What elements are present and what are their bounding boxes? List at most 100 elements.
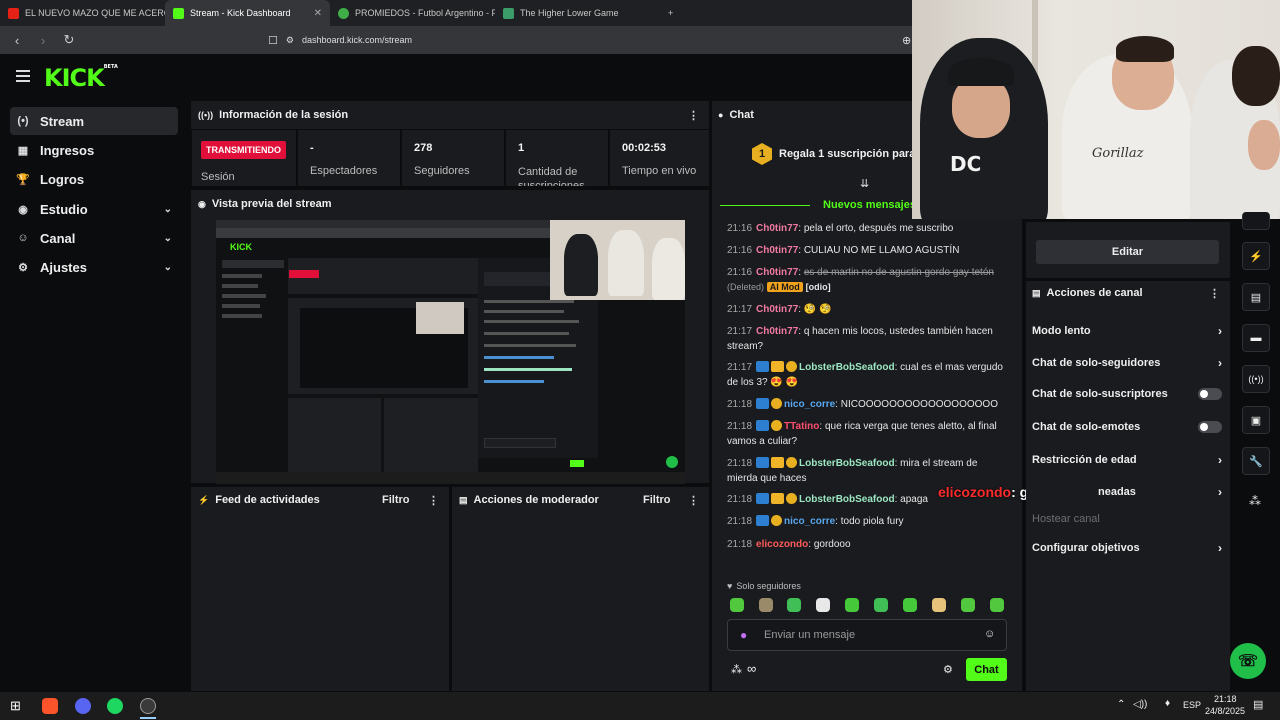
chat-message[interactable]: 21:16 Ch0tin77: CULIAU NO ME LLAMO AGUSTÍ… — [727, 243, 1007, 258]
browser-tab-2[interactable]: Stream - Kick Dashboard ✕ — [165, 0, 330, 26]
chat-message[interactable]: 21:18 elicozondo: gordooo — [727, 537, 1007, 552]
send-chat-button[interactable]: Chat — [966, 658, 1007, 681]
channel-action-row[interactable]: Modo lento › — [1032, 324, 1222, 338]
feed-menu-icon[interactable]: ⋮ — [428, 494, 439, 507]
windows-start-icon[interactable]: ⊞ — [10, 698, 21, 714]
reload-icon[interactable]: ↻ — [62, 32, 76, 48]
message-username[interactable]: nico_corre — [784, 399, 835, 410]
emote-icon[interactable] — [903, 598, 917, 612]
points-icon[interactable]: ⁂ — [731, 663, 742, 676]
chat-message[interactable]: 21:17 LobsterBobSeafood: cual es el mas v… — [727, 360, 1007, 390]
message-username[interactable]: Ch0tin77 — [756, 304, 798, 315]
emoji-icon[interactable]: ☺ — [984, 628, 995, 640]
emote-icon[interactable] — [932, 598, 946, 612]
channel-actions-menu-icon[interactable]: ⋮ — [1209, 287, 1220, 300]
stat-live-time: 00:02:53 Tiempo en vivo — [609, 130, 709, 186]
chat-message[interactable]: 21:17 Ch0tin77: 🧐 🧐 — [727, 302, 1007, 317]
menu-icon[interactable] — [16, 70, 30, 82]
message-username[interactable]: Ch0tin77 — [756, 223, 798, 234]
rail-lightning-icon[interactable]: ⚡ — [1242, 242, 1270, 270]
zoom-icon[interactable]: ⊕ — [902, 34, 911, 47]
notifications-icon[interactable]: ▤ — [1253, 698, 1263, 711]
brave-icon[interactable] — [42, 698, 58, 714]
mic-tray-icon[interactable]: ♦ — [1165, 698, 1170, 709]
toggle-switch[interactable] — [1198, 421, 1222, 433]
spotify-icon[interactable] — [107, 698, 123, 714]
message-username[interactable]: TTatino — [784, 421, 819, 432]
modactions-filter-button[interactable]: Filtro — [643, 494, 671, 506]
sidebar-item-logros[interactable]: 🏆 Logros — [10, 165, 178, 193]
emote-icon[interactable] — [874, 598, 888, 612]
kick-logo[interactable]: KICKBETA — [44, 64, 118, 92]
emote-icon[interactable] — [787, 598, 801, 612]
chat-message[interactable]: 21:18 LobsterBobSeafood: mira el stream d… — [727, 456, 1007, 486]
message-username[interactable]: LobsterBobSeafood — [799, 494, 895, 505]
chat-message[interactable]: 21:16 Ch0tin77: es de martin no de agusti… — [727, 265, 1007, 295]
chat-message[interactable]: 21:18 nico_corre: NICOOOOOOOOOOOOOOOOOO — [727, 397, 1007, 412]
volume-icon[interactable]: ◁)) — [1133, 699, 1147, 710]
discord-icon[interactable] — [75, 698, 91, 714]
emote-icon[interactable] — [816, 598, 830, 612]
clock-date[interactable]: 24/8/2025 — [1205, 706, 1245, 716]
sidebar-item-ajustes[interactable]: ⚙ Ajustes ⌄ — [10, 253, 178, 281]
browser-tab-4[interactable]: The Higher Lower Game — [495, 0, 660, 26]
emote-icon[interactable] — [961, 598, 975, 612]
rail-document-icon[interactable]: ▤ — [1242, 283, 1270, 311]
rail-broadcast-icon[interactable]: ((•)) — [1242, 365, 1270, 393]
sidebar-item-ingresos[interactable]: ▦ Ingresos — [10, 136, 178, 164]
emote-icon[interactable] — [730, 598, 744, 612]
sidebar-item-stream[interactable]: (•) Stream — [10, 107, 178, 135]
rail-wrench-icon[interactable]: 🔧 — [1242, 447, 1270, 475]
chat-input[interactable]: ● Enviar un mensaje ☺ — [727, 619, 1007, 651]
browser-tab-3[interactable]: PROMIEDOS - Futbol Argentino - Fix✕ — [330, 0, 495, 26]
chat-message[interactable]: 21:18 nico_corre: todo piola fury — [727, 514, 1007, 529]
modactions-menu-icon[interactable]: ⋮ — [688, 494, 699, 507]
support-chat-icon[interactable]: ☏ — [1230, 643, 1266, 679]
new-tab-button[interactable]: + — [660, 0, 690, 26]
message-username[interactable]: nico_corre — [784, 516, 835, 527]
browser-tab-1[interactable]: EL NUEVO MAZO QUE ME ACERCÓ — [0, 0, 165, 26]
obs-icon[interactable] — [140, 698, 156, 714]
language-indicator[interactable]: ESP — [1183, 700, 1201, 710]
channel-action-row[interactable]: Restricción de edad › — [1032, 453, 1222, 467]
message-username[interactable]: Ch0tin77 — [756, 326, 798, 337]
sidebar-item-canal[interactable]: ☺ Canal ⌄ — [10, 224, 178, 252]
chat-settings-icon[interactable]: ⚙ — [943, 663, 953, 676]
stream-preview-video[interactable]: KICK — [216, 220, 685, 484]
rail-more-icon[interactable]: ⁂ — [1249, 494, 1261, 508]
tray-chevron-icon[interactable]: ⌃ — [1117, 699, 1125, 710]
session-menu-icon[interactable]: ⋮ — [688, 109, 699, 122]
mic-icon[interactable]: ● — [740, 628, 747, 642]
forward-icon[interactable]: › — [36, 33, 50, 48]
rail-layout-icon[interactable]: ▣ — [1242, 406, 1270, 434]
feed-filter-button[interactable]: Filtro — [382, 494, 410, 506]
message-username[interactable]: Ch0tin77 — [756, 245, 798, 256]
channel-action-row[interactable]: Configurar objetivos › — [1032, 541, 1222, 555]
channel-action-row[interactable]: neadas › — [1032, 485, 1222, 499]
emote-icon[interactable] — [845, 598, 859, 612]
channel-action-row[interactable]: Chat de solo-seguidores › — [1032, 356, 1222, 370]
edit-button[interactable]: Editar — [1036, 240, 1219, 264]
bookmark-icon[interactable]: ☐ — [268, 34, 278, 47]
channel-action-row[interactable]: Chat de solo-suscriptores — [1032, 388, 1222, 400]
site-info-icon[interactable]: ⚙ — [286, 35, 294, 46]
message-username[interactable]: elicozondo — [756, 539, 808, 550]
emote-icon[interactable] — [990, 598, 1004, 612]
message-username[interactable]: Ch0tin77 — [756, 267, 798, 278]
close-tab-icon[interactable]: ✕ — [314, 8, 322, 19]
scroll-down-icon[interactable]: ⇊ — [860, 177, 869, 190]
clock-time[interactable]: 21:18 — [1214, 694, 1237, 704]
back-icon[interactable]: ‹ — [10, 33, 24, 48]
sidebar-item-estudio[interactable]: ◉ Estudio ⌄ — [10, 195, 178, 223]
url-field[interactable]: ☐ ⚙ dashboard.kick.com/stream — [268, 34, 412, 47]
channel-action-row[interactable]: Chat de solo-emotes — [1032, 421, 1222, 433]
rail-btn-top[interactable] — [1242, 212, 1270, 230]
emote-icon[interactable] — [759, 598, 773, 612]
chat-message[interactable]: 21:18 TTatino: que rica verga que tenes a… — [727, 419, 1007, 449]
toggle-switch[interactable] — [1198, 388, 1222, 400]
chat-message[interactable]: 21:17 Ch0tin77: q hacen mis locos, ustede… — [727, 324, 1007, 354]
chat-message[interactable]: 21:16 Ch0tin77: pela el orto, después me … — [727, 221, 1007, 236]
message-username[interactable]: LobsterBobSeafood — [799, 458, 895, 469]
message-username[interactable]: LobsterBobSeafood — [799, 362, 895, 373]
rail-chat-icon[interactable]: ▬ — [1242, 324, 1270, 352]
